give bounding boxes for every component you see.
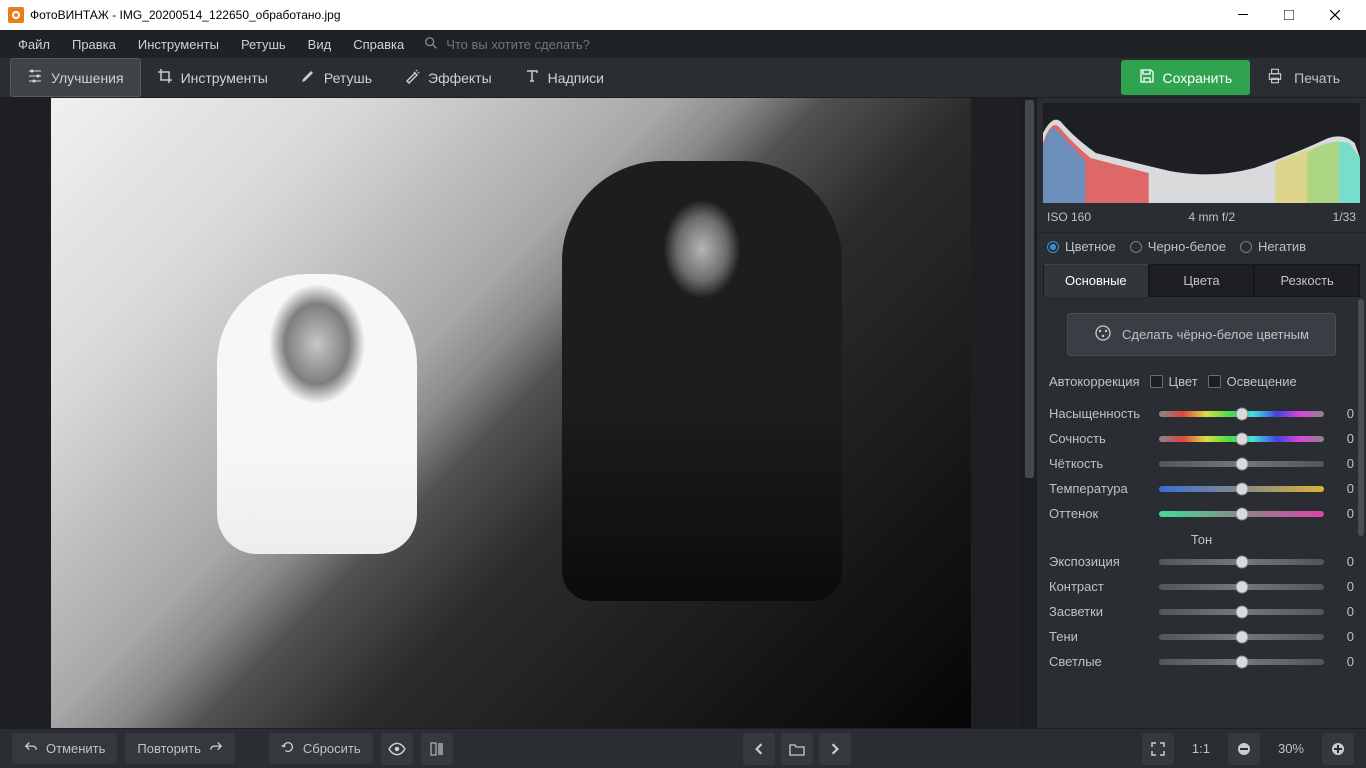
- text-icon: [524, 68, 540, 87]
- reset-label: Сбросить: [303, 741, 361, 756]
- zoom-ratio[interactable]: 1:1: [1182, 741, 1220, 756]
- slider-whites[interactable]: Светлые0: [1045, 649, 1358, 674]
- photo-preview: [51, 98, 971, 728]
- meta-lens: 4 mm f/2: [1188, 210, 1235, 224]
- tab-tools[interactable]: Инструменты: [141, 59, 284, 96]
- prev-button[interactable]: [743, 733, 775, 765]
- zoom-in-button[interactable]: [1322, 733, 1354, 765]
- reset-icon: [281, 740, 295, 757]
- brush-icon: [300, 68, 316, 87]
- close-button[interactable]: [1312, 0, 1358, 30]
- check-light[interactable]: Освещение: [1208, 374, 1297, 389]
- save-icon: [1139, 68, 1155, 87]
- redo-label: Повторить: [137, 741, 200, 756]
- slider-temperature[interactable]: Температура0: [1045, 476, 1358, 501]
- mode-color-label: Цветное: [1065, 239, 1116, 254]
- titlebar: ФотоВИНТАЖ - IMG_20200514_122650_обработ…: [0, 0, 1366, 30]
- slider-exposure[interactable]: Экспозиция0: [1045, 549, 1358, 574]
- check-color-label: Цвет: [1169, 374, 1198, 389]
- tab-colors[interactable]: Цвета: [1149, 264, 1255, 297]
- tab-enhance-label: Улучшения: [51, 70, 124, 86]
- meta-frame: 1/33: [1333, 210, 1356, 224]
- print-label: Печать: [1294, 70, 1340, 86]
- tab-enhance[interactable]: Улучшения: [10, 58, 141, 97]
- undo-label: Отменить: [46, 741, 105, 756]
- redo-icon: [209, 740, 223, 757]
- color-mode-row: Цветное Черно-белое Негатив: [1037, 232, 1366, 264]
- slider-clarity[interactable]: Чёткость0: [1045, 451, 1358, 476]
- colorize-bw-button[interactable]: Сделать чёрно-белое цветным: [1067, 313, 1336, 356]
- canvas[interactable]: [0, 98, 1022, 728]
- crop-icon: [157, 68, 173, 87]
- mode-negative-label: Негатив: [1258, 239, 1306, 254]
- menu-tools[interactable]: Инструменты: [128, 33, 229, 56]
- slider-vibrance[interactable]: Сочность0: [1045, 426, 1358, 451]
- tone-section-title: Тон: [1045, 526, 1358, 549]
- menu-file[interactable]: Файл: [8, 33, 60, 56]
- preview-button[interactable]: [381, 733, 413, 765]
- sliders-icon: [27, 68, 43, 87]
- colorize-bw-label: Сделать чёрно-белое цветным: [1122, 327, 1309, 342]
- print-icon: [1266, 67, 1284, 88]
- meta-row: ISO 160 4 mm f/2 1/33: [1037, 208, 1366, 232]
- mode-negative[interactable]: Негатив: [1240, 239, 1306, 254]
- maximize-button[interactable]: [1266, 0, 1312, 30]
- save-button[interactable]: Сохранить: [1121, 60, 1251, 95]
- check-light-label: Освещение: [1227, 374, 1297, 389]
- meta-iso: ISO 160: [1047, 210, 1091, 224]
- tab-tools-label: Инструменты: [181, 70, 268, 86]
- slider-shadows[interactable]: Тени0: [1045, 624, 1358, 649]
- slider-highlights[interactable]: Засветки0: [1045, 599, 1358, 624]
- slider-saturation[interactable]: Насыщенность0: [1045, 401, 1358, 426]
- mode-bw-label: Черно-белое: [1148, 239, 1226, 254]
- wand-icon: [404, 68, 420, 87]
- histogram: [1043, 103, 1360, 203]
- tab-captions-label: Надписи: [548, 70, 604, 86]
- menubar: Файл Правка Инструменты Ретушь Вид Справ…: [0, 30, 1366, 58]
- undo-icon: [24, 740, 38, 757]
- menu-view[interactable]: Вид: [298, 33, 342, 56]
- zoom-out-button[interactable]: [1228, 733, 1260, 765]
- print-button[interactable]: Печать: [1250, 59, 1356, 96]
- slider-tint[interactable]: Оттенок0: [1045, 501, 1358, 526]
- palette-icon: [1094, 324, 1112, 345]
- right-panel: ISO 160 4 mm f/2 1/33 Цветное Черно-бело…: [1036, 98, 1366, 728]
- undo-button[interactable]: Отменить: [12, 733, 117, 764]
- tab-sharp[interactable]: Резкость: [1254, 264, 1360, 297]
- toolbar: Улучшения Инструменты Ретушь Эффекты Над…: [0, 58, 1366, 98]
- open-folder-button[interactable]: [781, 733, 813, 765]
- canvas-scrollbar[interactable]: [1022, 98, 1036, 728]
- tab-retouch-label: Ретушь: [324, 70, 372, 86]
- autocorr-label: Автокоррекция: [1049, 374, 1140, 389]
- autocorr-row: Автокоррекция Цвет Освещение: [1045, 370, 1358, 401]
- zoom-pct: 30%: [1268, 741, 1314, 756]
- tab-captions[interactable]: Надписи: [508, 59, 620, 96]
- reset-button[interactable]: Сбросить: [269, 733, 373, 764]
- adjust-tabs: Основные Цвета Резкость: [1043, 264, 1360, 297]
- slider-contrast[interactable]: Контраст0: [1045, 574, 1358, 599]
- minimize-button[interactable]: [1220, 0, 1266, 30]
- window-title: ФотоВИНТАЖ - IMG_20200514_122650_обработ…: [30, 8, 1220, 22]
- next-button[interactable]: [819, 733, 851, 765]
- search-icon: [424, 36, 438, 53]
- app-icon: [8, 7, 24, 23]
- menu-edit[interactable]: Правка: [62, 33, 126, 56]
- panel-scrollbar[interactable]: [1356, 297, 1366, 728]
- footer: Отменить Повторить Сбросить 1:1 30%: [0, 728, 1366, 768]
- compare-button[interactable]: [421, 733, 453, 765]
- save-label: Сохранить: [1163, 70, 1233, 86]
- search-input[interactable]: [446, 37, 646, 52]
- tab-effects[interactable]: Эффекты: [388, 59, 508, 96]
- mode-bw[interactable]: Черно-белое: [1130, 239, 1226, 254]
- redo-button[interactable]: Повторить: [125, 733, 234, 764]
- mode-color[interactable]: Цветное: [1047, 239, 1116, 254]
- check-color[interactable]: Цвет: [1150, 374, 1198, 389]
- menu-help[interactable]: Справка: [343, 33, 414, 56]
- fit-screen-button[interactable]: [1142, 733, 1174, 765]
- tab-main[interactable]: Основные: [1043, 264, 1149, 297]
- panel-body: Сделать чёрно-белое цветным Автокоррекци…: [1037, 297, 1366, 728]
- tab-retouch[interactable]: Ретушь: [284, 59, 388, 96]
- menu-retouch[interactable]: Ретушь: [231, 33, 296, 56]
- tab-effects-label: Эффекты: [428, 70, 492, 86]
